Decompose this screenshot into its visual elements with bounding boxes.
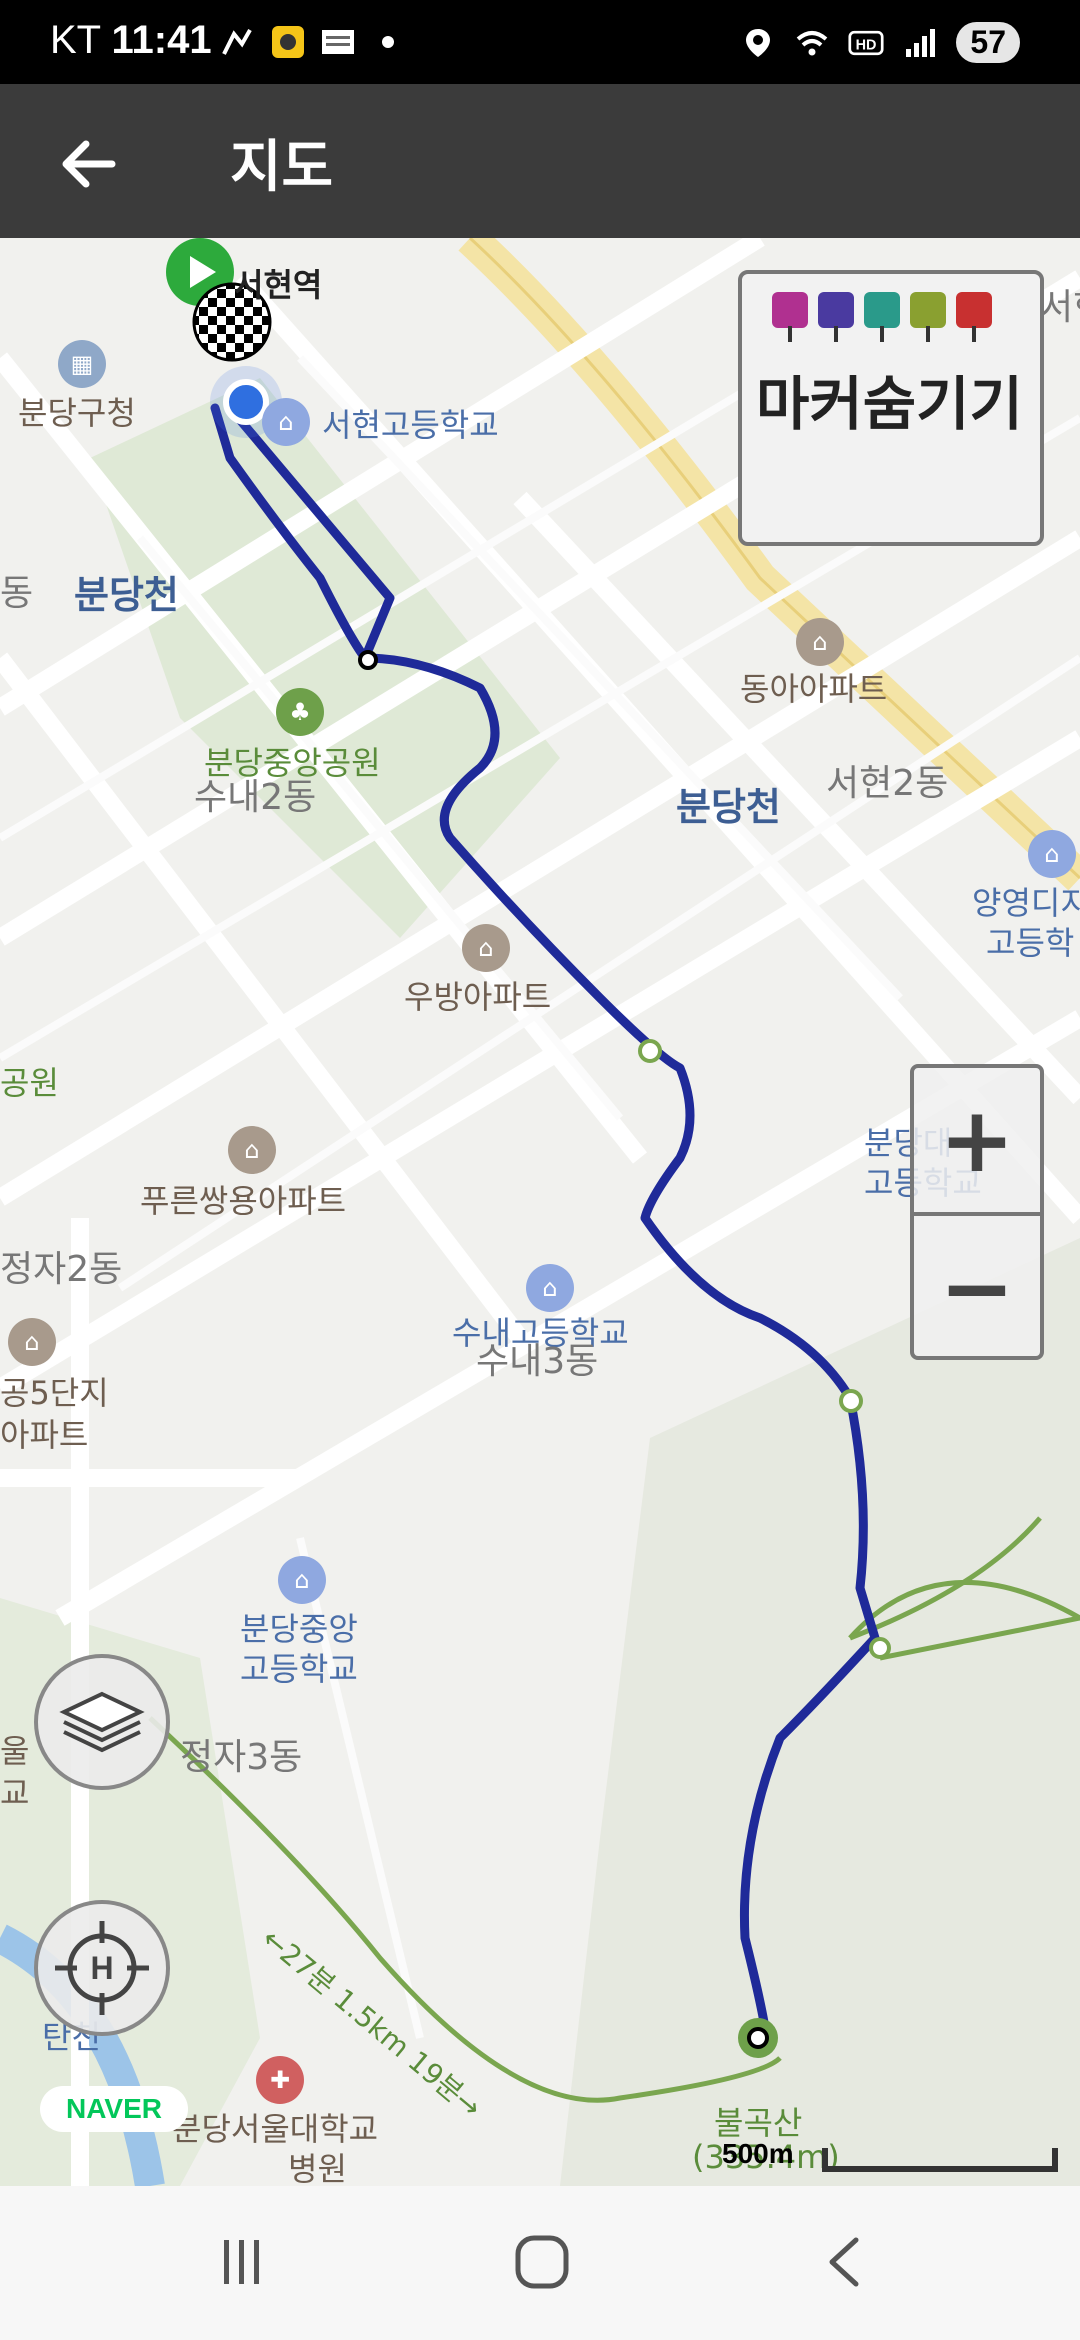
dot-icon (382, 36, 394, 48)
flag-pin-icon (956, 292, 992, 342)
scale-bar (822, 2148, 1058, 2172)
marker-hide-label: 마커숨기기 (756, 370, 1023, 438)
label-bundang-gu-office: 분당구청 (18, 394, 136, 432)
recent-apps-button[interactable] (202, 2232, 282, 2292)
layers-button[interactable] (34, 1654, 170, 1790)
label-bundang-jungang-high-2: 고등학교 (240, 1650, 358, 1688)
back-icon (829, 2237, 859, 2287)
back-arrow-icon[interactable] (50, 124, 130, 204)
mountain-area (560, 1238, 1080, 2186)
recent-apps-icon (224, 2240, 259, 2284)
apartment-icon: ⌂ (796, 618, 844, 666)
my-location-button[interactable]: H (34, 1900, 170, 2036)
school-icon: ⌂ (262, 398, 310, 446)
battery-indicator: 57 (956, 22, 1020, 63)
zoom-in-button[interactable]: + (914, 1068, 1040, 1212)
label-side-left-1: 울 (0, 1732, 30, 1770)
label-jeongja-3dong: 정자3동 (180, 1737, 303, 1778)
summit-marker-icon (738, 2018, 778, 2058)
svg-text:HD: HD (856, 37, 877, 53)
park-icon: ♣ (276, 688, 324, 736)
apartment-icon: ⌂ (462, 924, 510, 972)
label-dong: 동 (0, 573, 34, 614)
zoom-controls: + − (910, 1064, 1044, 1360)
location-target-icon: H (55, 1921, 149, 2015)
school-icon: ⌂ (278, 1556, 326, 1604)
hospital-icon: ✚ (256, 2056, 304, 2104)
carrier-label: KT (50, 18, 101, 62)
back-button[interactable] (806, 2232, 886, 2292)
signal-icon (906, 28, 936, 57)
kakao-icon (272, 26, 304, 58)
marker-pins (772, 292, 992, 342)
government-office-icon: ▦ (58, 340, 106, 388)
camera-pin-icon (772, 292, 808, 342)
label-ubang-apt: 우방아파트 (404, 978, 552, 1016)
hd-icon: HD (848, 30, 884, 55)
label-bundangcheon: 분당천 (74, 573, 179, 617)
label-sunae-2dong: 수내2동 (194, 777, 317, 818)
school-icon: ⌂ (1028, 830, 1076, 878)
waypoint-dot (358, 650, 378, 670)
app-notification-icon (222, 29, 252, 55)
label-complex-5-1: 공5단지 (0, 1374, 109, 1412)
label-sunae-3dong: 수내3동 (476, 1341, 599, 1382)
mic-pin-icon (864, 292, 900, 342)
apartment-icon: ⌂ (8, 1318, 56, 1366)
label-complex-5-2: 아파트 (0, 1416, 89, 1454)
notification-icons (220, 24, 406, 60)
label-jeongja-2dong: 정자2동 (0, 1249, 123, 1290)
label-seohyeon-station: 서현역 (234, 266, 323, 304)
status-bar: KT 11:41 HD 57 (0, 0, 1080, 84)
status-left: KT 11:41 (50, 18, 212, 63)
label-pureun-ssangyong-apt: 푸른쌍용아파트 (140, 1182, 347, 1220)
clock: 11:41 (111, 18, 212, 62)
school-icon: ⌂ (526, 1264, 574, 1312)
label-snu-hospital-1: 분당서울대학교 (172, 2110, 379, 2148)
label-donga-apt: 동아아파트 (740, 670, 888, 708)
label-bundangcheon-right: 분당천 (676, 785, 781, 829)
system-icons: HD 57 (740, 22, 1020, 63)
waypoint-dot (638, 1039, 662, 1063)
label-snu-hospital-2: 병원 (288, 2150, 347, 2186)
waypoint-dot (839, 1389, 863, 1413)
layers-icon (59, 1691, 145, 1753)
scale-label: 500m (722, 2138, 794, 2169)
zoom-out-button[interactable]: − (914, 1216, 1040, 1360)
naver-logo: NAVER (40, 2086, 188, 2132)
label-side-left-2: 교 (0, 1774, 30, 1812)
waypoint-dot (869, 1637, 891, 1659)
home-icon (515, 2235, 569, 2289)
video-pin-icon (818, 292, 854, 342)
svg-text:H: H (90, 1950, 113, 1986)
system-nav-bar (0, 2186, 1080, 2340)
label-yangyoung-high-2: 고등학 (986, 924, 1075, 962)
apartment-icon: ⌂ (228, 1126, 276, 1174)
label-seohyeon-high: 서현고등학교 (322, 406, 499, 444)
marker-hide-button[interactable]: 마커숨기기 (738, 270, 1044, 546)
label-seohyeon-right: 서현수 (1040, 287, 1080, 328)
label-park-left: 공원 (0, 1064, 59, 1102)
label-seohyeon-2dong: 서현2동 (826, 763, 949, 804)
page-title: 지도 (230, 135, 334, 200)
home-button[interactable] (502, 2232, 582, 2292)
app-bar: 지도 (0, 84, 1080, 238)
location-icon (746, 28, 771, 57)
wifi-icon (797, 30, 828, 55)
note-pin-icon (910, 292, 946, 342)
news-icon (322, 30, 354, 54)
